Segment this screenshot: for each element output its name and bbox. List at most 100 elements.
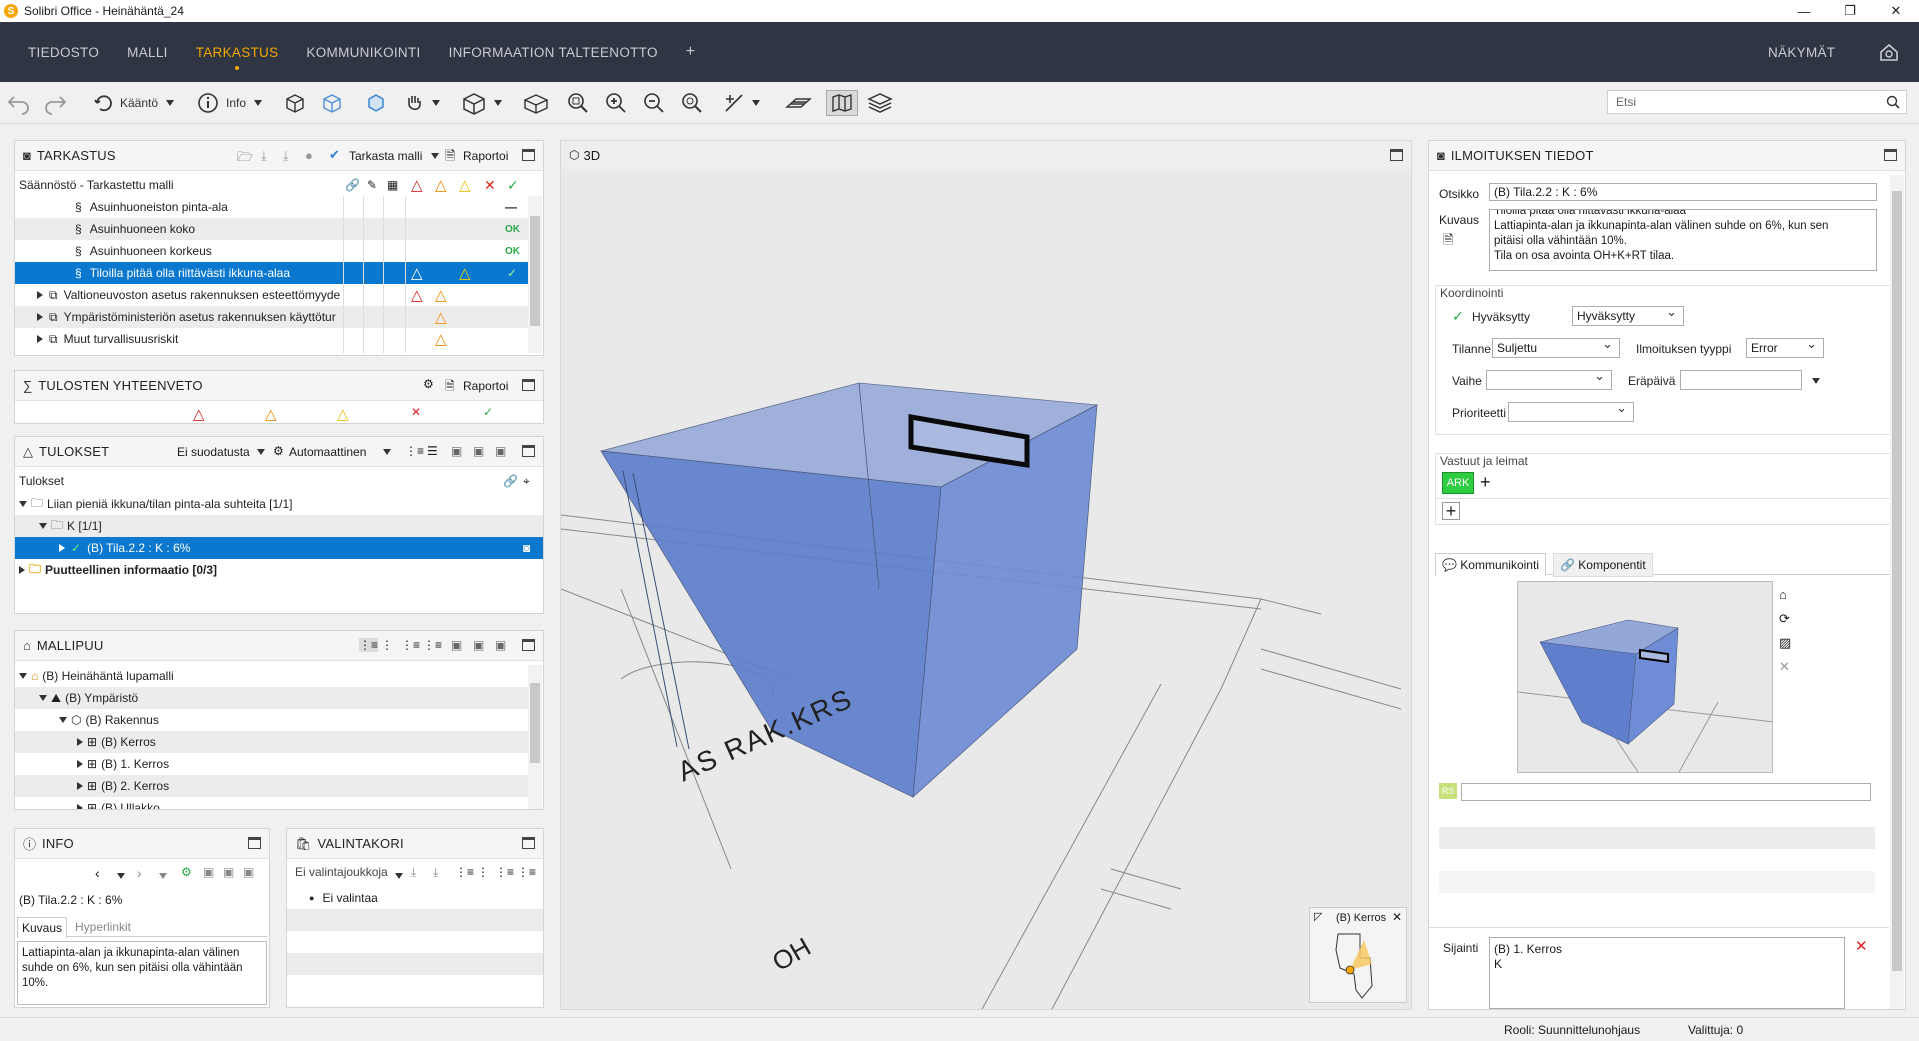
- summary-settings-icon[interactable]: ⚙: [423, 377, 434, 391]
- location-field[interactable]: (B) 1. Kerros K: [1489, 937, 1845, 1009]
- maximize-panel-icon[interactable]: [1884, 149, 1897, 161]
- maximize-panel-icon[interactable]: [522, 445, 535, 457]
- tree-node[interactable]: ⊞ (B) Ullakko: [15, 797, 529, 809]
- presentation-icon[interactable]: ▣: [451, 444, 462, 458]
- menu-tiedosto[interactable]: TIEDOSTO: [28, 45, 99, 60]
- tree-node[interactable]: ⛰ (B) Ympäristö: [15, 687, 529, 709]
- tree-node[interactable]: ⬡ (B) Rakennus: [15, 709, 529, 731]
- result-subgroup-row[interactable]: 🗀 K [1/1]: [15, 515, 543, 537]
- rule-row-selected[interactable]: § Tiloilla pitää olla riittävästi ikkuna…: [15, 262, 531, 284]
- ruleset-row[interactable]: ⧉ Valtioneuvoston asetus rakennuksen est…: [15, 284, 531, 306]
- result-group-row[interactable]: 🗀 Liian pieniä ikkuna/tilan pinta-ala su…: [15, 493, 543, 515]
- issue-details-scrollbar[interactable]: [1890, 175, 1904, 1009]
- maximize-panel-icon[interactable]: [248, 837, 261, 849]
- tree-layout-icon[interactable]: ⋮: [381, 638, 393, 652]
- redo-icon[interactable]: [42, 90, 68, 116]
- maximize-panel-icon[interactable]: [522, 149, 535, 161]
- presentation-icon[interactable]: ▣: [203, 865, 214, 879]
- minimap-expand-icon[interactable]: ◸: [1314, 910, 1322, 923]
- maximize-panel-icon[interactable]: [1390, 149, 1403, 161]
- tarkastus-scrollbar[interactable]: [528, 196, 542, 353]
- basket-action-icon[interactable]: ⤓: [411, 865, 416, 880]
- export-icon[interactable]: ⤓: [283, 148, 289, 164]
- measure-tool[interactable]: [722, 90, 764, 116]
- forward-icon[interactable]: ›: [137, 865, 142, 881]
- add-stamp-icon[interactable]: +: [1442, 501, 1460, 521]
- refresh-snapshot-icon[interactable]: ⟳: [1779, 611, 1790, 627]
- minimize-button[interactable]: —: [1781, 0, 1827, 22]
- 3d-view-panel[interactable]: ⬡ 3D AS RAK.KRS OH ◸ (B) Kerros ✕: [560, 140, 1412, 1010]
- restore-button[interactable]: ❐: [1827, 0, 1873, 22]
- zoom-out-icon[interactable]: [642, 90, 666, 116]
- description-field[interactable]: Tiloilla pitää olla riittävästi ikkuna-a…: [1489, 209, 1877, 271]
- delete-snapshot-icon[interactable]: ✕: [1779, 659, 1790, 675]
- phase-dropdown[interactable]: [1486, 368, 1612, 390]
- responsibility-tag[interactable]: ARK: [1442, 472, 1474, 494]
- ruleset-row[interactable]: ⧉ Muut turvallisuusriskit △: [15, 328, 531, 350]
- status-dropdown[interactable]: Suljettu: [1492, 336, 1620, 358]
- check-model-button[interactable]: Tarkasta malli: [349, 149, 422, 163]
- tree-node[interactable]: ⌂ (B) Heinähäntä lupamalli: [15, 665, 529, 687]
- result-row-selected[interactable]: ✓ (B) Tila.2.2 : K : 6% ◙: [15, 537, 543, 559]
- selection-sets-dropdown[interactable]: Ei valintajoukkoja: [295, 865, 388, 879]
- rule-row[interactable]: § Asuinhuoneen koko OK: [15, 218, 531, 240]
- minimap-close-icon[interactable]: ✕: [1392, 910, 1402, 924]
- info-description[interactable]: Lattiapinta-alan ja ikkunapinta-alan väl…: [17, 941, 267, 1005]
- cube-view-tool[interactable]: [460, 90, 506, 116]
- tree-layout-icon[interactable]: ⋮≡: [359, 638, 379, 652]
- menu-kommunikointi[interactable]: KOMMUNIKOINTI: [306, 45, 420, 60]
- info-settings-icon[interactable]: ⚙: [181, 865, 192, 879]
- home-view-icon[interactable]: [1878, 42, 1900, 65]
- tree-layout-icon[interactable]: ⋮≡: [517, 865, 536, 879]
- presentation-icon[interactable]: ▣: [495, 638, 506, 652]
- show-all-icon[interactable]: [283, 90, 311, 116]
- back-icon[interactable]: ‹: [95, 865, 100, 881]
- map-view-icon[interactable]: [826, 90, 858, 116]
- filter-dropdown[interactable]: Ei suodatusta: [177, 445, 250, 459]
- maximize-panel-icon[interactable]: [522, 379, 535, 391]
- tree-layout-icon[interactable]: ⋮≡: [401, 638, 420, 652]
- close-button[interactable]: ✕: [1873, 0, 1919, 22]
- section-plane-icon[interactable]: [784, 90, 812, 116]
- presentation-icon[interactable]: ▣: [495, 444, 506, 458]
- undo-icon[interactable]: [6, 90, 32, 116]
- tab-kommunikointi[interactable]: 💬 Kommunikointi: [1435, 553, 1546, 576]
- rotate-tool[interactable]: Kääntö: [92, 90, 178, 116]
- priority-dropdown[interactable]: [1508, 400, 1634, 422]
- comment-input[interactable]: [1461, 783, 1871, 801]
- presentation-icon[interactable]: ▣: [473, 444, 484, 458]
- minimap[interactable]: ◸ (B) Kerros ✕: [1309, 907, 1407, 1003]
- isolate-icon[interactable]: [364, 90, 388, 116]
- zoom-in-icon[interactable]: [604, 90, 628, 116]
- issue-snapshot[interactable]: [1517, 581, 1773, 773]
- tree-layout-icon[interactable]: ⋮: [477, 865, 489, 879]
- set-viewpoint-icon[interactable]: ⌂: [1779, 587, 1787, 602]
- menu-malli[interactable]: MALLI: [127, 45, 168, 60]
- add-tab-button[interactable]: +: [686, 43, 696, 61]
- tree-layout-icon[interactable]: ⋮≡: [423, 638, 442, 652]
- issue-type-dropdown[interactable]: Error: [1746, 336, 1824, 358]
- hide-icon[interactable]: [320, 90, 348, 116]
- presentation-icon[interactable]: ▣: [243, 865, 254, 879]
- presentation-icon[interactable]: ▣: [451, 638, 462, 652]
- layers-icon[interactable]: [866, 90, 894, 116]
- tab-hyperlinkit[interactable]: Hyperlinkit: [71, 917, 135, 937]
- summary-report-button[interactable]: Raportoi: [463, 379, 508, 393]
- maximize-panel-icon[interactable]: [522, 837, 535, 849]
- info-tool[interactable]: Info: [196, 90, 266, 116]
- maximize-panel-icon[interactable]: [522, 639, 535, 651]
- accepted-dropdown[interactable]: Hyväksytty: [1572, 304, 1684, 326]
- tree-layout-icon[interactable]: ⋮≡: [495, 865, 514, 879]
- tab-kuvaus[interactable]: Kuvaus: [17, 917, 68, 938]
- menu-informaation-talteenotto[interactable]: INFORMAATION TALTEENOTTO: [449, 45, 658, 60]
- rule-row[interactable]: § Asuinhuoneen korkeus OK: [15, 240, 531, 262]
- rule-row[interactable]: § Asuinhuoneiston pinta-ala —: [15, 196, 531, 218]
- download-icon[interactable]: ⤓: [261, 148, 267, 164]
- presentation-icon[interactable]: ▣: [473, 638, 484, 652]
- tree-layout-icon[interactable]: ⋮≡: [455, 865, 474, 879]
- title-field[interactable]: (B) Tila.2.2 : K : 6%: [1489, 183, 1877, 201]
- add-responsibility-icon[interactable]: +: [1480, 472, 1491, 492]
- search-input[interactable]: Etsi: [1607, 90, 1907, 114]
- tree-node[interactable]: ⊞ (B) 1. Kerros: [15, 753, 529, 775]
- hand-tool[interactable]: [402, 90, 444, 116]
